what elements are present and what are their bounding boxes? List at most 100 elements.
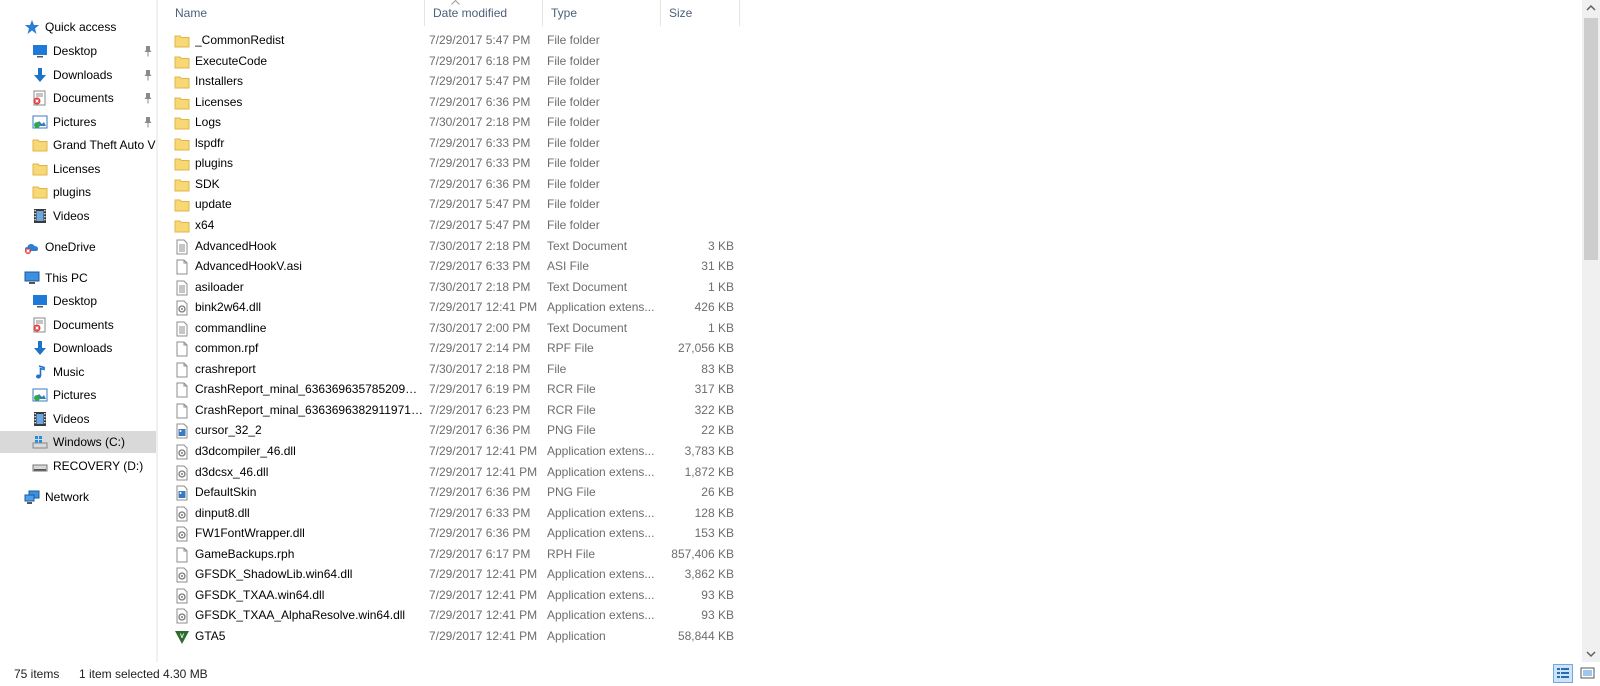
nav-network[interactable]: Network	[0, 486, 158, 508]
documents-icon	[32, 317, 48, 333]
file-row[interactable]: SDK 7/29/2017 6:36 PM File folder	[170, 174, 740, 195]
pictures-icon	[32, 114, 48, 130]
file-row[interactable]: FW1FontWrapper.dll 7/29/2017 6:36 PM Appli…	[170, 523, 740, 544]
file-row[interactable]: common.rpf 7/29/2017 2:14 PM RPF File 27,05…	[170, 338, 740, 359]
file-date: 7/29/2017 6:33 PM	[429, 156, 531, 171]
svg-text:V: V	[180, 634, 184, 640]
file-type: Text Document	[547, 238, 628, 253]
file-row[interactable]: GFSDK_ShadowLib.win64.dll 7/29/2017 12:41…	[170, 564, 740, 585]
nav-quick-item-1[interactable]: Downloads	[0, 64, 158, 86]
nav-quick-item-4[interactable]: Grand Theft Auto V	[0, 134, 158, 156]
scroll-up-arrow-icon[interactable]	[1582, 0, 1600, 17]
file-row[interactable]: Logs 7/30/2017 2:18 PM File folder	[170, 112, 740, 133]
file-date: 7/29/2017 6:36 PM	[429, 94, 531, 109]
file-row[interactable]: x64 7/29/2017 5:47 PM File folder	[170, 215, 740, 236]
file-row[interactable]: crashreport 7/30/2017 2:18 PM File 83 KB	[170, 359, 740, 380]
file-row[interactable]: GFSDK_TXAA.win64.dll 7/29/2017 12:41 PM Ap…	[170, 585, 740, 606]
file-date: 7/29/2017 6:23 PM	[429, 402, 531, 417]
file-row[interactable]: DefaultSkin 7/29/2017 6:36 PM PNG File 26 K…	[170, 482, 740, 503]
file-type: File folder	[547, 33, 600, 47]
scroll-down-arrow-icon[interactable]	[1582, 645, 1600, 662]
column-header-type[interactable]: Type	[543, 0, 661, 26]
column-header-size[interactable]: Size	[661, 0, 740, 26]
file-row[interactable]: d3dcompiler_46.dll 7/29/2017 12:41 PM Appl…	[170, 441, 740, 462]
nav-pc-item-3[interactable]: Music	[0, 361, 158, 383]
file-date: 7/29/2017 6:33 PM	[429, 505, 531, 520]
file-row[interactable]: _CommonRedist 7/29/2017 5:47 PM File folde…	[170, 30, 740, 51]
nav-quick-item-5[interactable]: Licenses	[0, 158, 158, 180]
file-type: RCR File	[547, 382, 596, 397]
large-icons-view-button[interactable]	[1578, 664, 1597, 683]
file-name: _CommonRedist	[195, 33, 285, 47]
file-row[interactable]: GFSDK_TXAA_AlphaResolve.win64.dll 7/29/20…	[170, 605, 740, 626]
file-size: 31 KB	[701, 259, 734, 274]
file-type: Text Document	[547, 320, 628, 335]
nav-quick-item-0[interactable]: Desktop	[0, 40, 158, 62]
status-bar: 75 items 1 item selected 4.30 MB	[0, 662, 1600, 686]
file-row[interactable]: update 7/29/2017 5:47 PM File folder	[170, 194, 740, 215]
file-row[interactable]: dinput8.dll 7/29/2017 6:33 PM Application …	[170, 503, 740, 524]
file-row[interactable]: d3dcsx_46.dll 7/29/2017 12:41 PM Applicati…	[170, 462, 740, 483]
nav-pc-item-0[interactable]: Desktop	[0, 290, 158, 312]
file-size: 426 KB	[694, 300, 734, 315]
nav-onedrive[interactable]: OneDrive	[0, 236, 158, 258]
file-row[interactable]: CrashReport_minal_636369635785209009....…	[170, 379, 740, 400]
file-name: AdvancedHookV.asi	[195, 259, 302, 274]
nav-pc-item-2[interactable]: Downloads	[0, 337, 158, 359]
file-name: GameBackups.rph	[195, 546, 295, 561]
nav-pc-item-6[interactable]: Windows (C:)	[0, 431, 158, 453]
file-size: 93 KB	[701, 587, 734, 602]
nav-pc-item-5[interactable]: Videos	[0, 408, 158, 430]
file-row[interactable]: AdvancedHookV.asi 7/29/2017 6:33 PM ASI Fi…	[170, 256, 740, 277]
file-date: 7/30/2017 2:00 PM	[429, 320, 531, 335]
file-row[interactable]: commandline 7/30/2017 2:00 PM Text Documen…	[170, 318, 740, 339]
nav-quick-item-2[interactable]: Documents	[0, 87, 158, 109]
computer-icon	[24, 270, 40, 286]
column-header-name[interactable]: Name	[167, 0, 425, 26]
file-row[interactable]: Installers 7/29/2017 5:47 PM File folder	[170, 71, 740, 92]
file-row[interactable]: ExecuteCode 7/29/2017 6:18 PM File folder	[170, 51, 740, 72]
nav-quick-item-6[interactable]: plugins	[0, 181, 158, 203]
nav-pc-item-7[interactable]: RECOVERY (D:)	[0, 455, 158, 477]
dll-file-icon	[174, 588, 190, 604]
file-name: GFSDK_TXAA_AlphaResolve.win64.dll	[195, 608, 406, 623]
file-row[interactable]: GameBackups.rph 7/29/2017 6:17 PM RPH File…	[170, 544, 740, 565]
file-name: GFSDK_ShadowLib.win64.dll	[195, 567, 353, 582]
file-date: 7/30/2017 2:18 PM	[429, 115, 531, 130]
text-file-icon	[174, 280, 190, 296]
file-size: 857,406 KB	[671, 546, 734, 561]
folder-icon	[32, 137, 48, 153]
file-row[interactable]: plugins 7/29/2017 6:33 PM File folder	[170, 153, 740, 174]
file-type: File folder	[547, 74, 600, 89]
file-type: Application extens...	[547, 464, 655, 479]
dll-file-icon	[174, 300, 190, 316]
folder-icon	[174, 197, 190, 213]
file-row[interactable]: bink2w64.dll 7/29/2017 12:41 PM Applicatio…	[170, 297, 740, 318]
file-date: 7/29/2017 5:47 PM	[429, 74, 531, 89]
large-icons-view-icon	[1580, 667, 1595, 679]
file-type: File folder	[547, 115, 600, 130]
nav-quick-access[interactable]: Quick access	[0, 16, 158, 38]
vertical-scrollbar[interactable]	[1582, 0, 1600, 662]
file-date: 7/30/2017 2:18 PM	[429, 361, 531, 376]
file-row[interactable]: lspdfr 7/29/2017 6:33 PM File folder	[170, 133, 740, 154]
file-row[interactable]: asiloader 7/30/2017 2:18 PM Text Document 1…	[170, 277, 740, 298]
file-row[interactable]: Licenses 7/29/2017 6:36 PM File folder	[170, 92, 740, 113]
nav-this-pc[interactable]: This PC	[0, 267, 158, 289]
file-name: lspdfr	[195, 135, 225, 150]
nav-quick-item-3[interactable]: Pictures	[0, 111, 158, 133]
file-row[interactable]: CrashReport_minal_636369638291197124....…	[170, 400, 740, 421]
nav-pc-item-4[interactable]: Pictures	[0, 384, 158, 406]
file-row[interactable]: V GTA5 7/29/2017 12:41 PM Application 58,844…	[170, 626, 740, 647]
file-row[interactable]: AdvancedHook 7/30/2017 2:18 PM Text Docume…	[170, 236, 740, 257]
column-header-date[interactable]: Date modified	[425, 0, 543, 26]
file-name: Logs	[195, 115, 222, 130]
nav-quick-item-7[interactable]: Videos	[0, 205, 158, 227]
file-row[interactable]: cursor_32_2 7/29/2017 6:36 PM PNG File 22 K…	[170, 420, 740, 441]
folder-icon	[32, 184, 48, 200]
file-type: Application extens...	[547, 587, 655, 602]
details-view-button[interactable]	[1553, 664, 1573, 683]
scrollbar-thumb[interactable]	[1584, 18, 1598, 260]
folder-icon	[174, 136, 190, 152]
nav-pc-item-1[interactable]: Documents	[0, 314, 158, 336]
